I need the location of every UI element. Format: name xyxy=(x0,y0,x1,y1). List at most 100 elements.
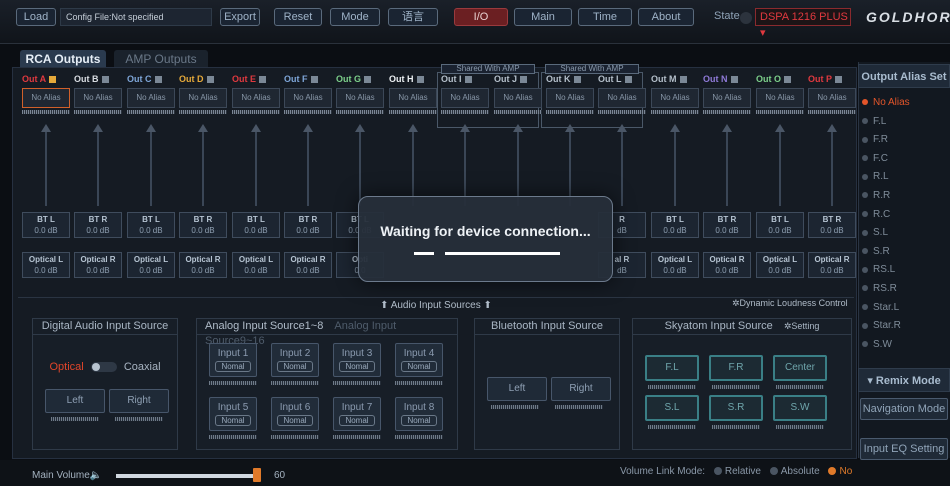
alias-option[interactable]: No Alias xyxy=(862,97,910,108)
output-alias-button[interactable]: No Alias xyxy=(808,88,856,108)
bt-source-box[interactable]: BT R 0.0 dB xyxy=(703,212,751,238)
output-alias-button[interactable]: No Alias xyxy=(756,88,804,108)
bt-source-box[interactable]: BT L 0.0 dB xyxy=(651,212,699,238)
navigation-mode-button[interactable]: Navigation Mode xyxy=(860,398,948,420)
alias-option[interactable]: RS.R xyxy=(862,283,897,294)
input-mode-badge[interactable]: Nomal xyxy=(215,415,251,426)
alias-option[interactable]: R.L xyxy=(862,171,889,182)
bluetooth-right-button[interactable]: Right xyxy=(551,377,611,401)
skyatom-channel-button[interactable]: Center xyxy=(773,355,827,381)
bt-source-box[interactable]: BT L 0.0 dB xyxy=(22,212,70,238)
output-alias-button[interactable]: No Alias xyxy=(284,88,332,108)
input-mode-badge[interactable]: Nomal xyxy=(401,415,437,426)
mute-toggle[interactable] xyxy=(310,76,318,84)
output-alias-button[interactable]: No Alias xyxy=(336,88,384,108)
bt-source-box[interactable]: BT R 0.0 dB xyxy=(74,212,122,238)
mute-toggle[interactable] xyxy=(259,76,266,84)
optical-source-box[interactable]: Optical L 0.0 dB xyxy=(127,252,175,278)
reset-button[interactable]: Reset xyxy=(274,8,322,26)
output-alias-button[interactable]: No Alias xyxy=(441,88,489,108)
bt-source-box[interactable]: BT L 0.0 dB xyxy=(127,212,175,238)
optical-source-box[interactable]: Optical R 0.0 dB xyxy=(808,252,856,278)
mute-toggle[interactable] xyxy=(154,76,162,84)
alias-option[interactable]: F.C xyxy=(862,153,888,164)
skyatom-channel-button[interactable]: F.R xyxy=(709,355,763,381)
tab-time[interactable]: Time xyxy=(578,8,632,26)
alias-option[interactable]: S.L xyxy=(862,227,888,238)
skyatom-channel-button[interactable]: S.W xyxy=(773,395,827,421)
bt-source-box[interactable]: BT R 0.0 dB xyxy=(179,212,227,238)
input-mode-badge[interactable]: Nomal xyxy=(339,415,375,426)
language-button[interactable]: 语言 xyxy=(388,8,438,26)
alias-option[interactable]: F.R xyxy=(862,134,888,145)
tab-amp-outputs[interactable]: AMP Outputs xyxy=(114,50,208,68)
load-button[interactable]: Load xyxy=(16,8,56,26)
export-button[interactable]: Export xyxy=(220,8,260,26)
optical-source-box[interactable]: Optical R 0.0 dB xyxy=(284,252,332,278)
tab-io[interactable]: I/O xyxy=(454,8,508,26)
alias-option[interactable]: R.R xyxy=(862,190,890,201)
output-alias-button[interactable]: No Alias xyxy=(22,88,70,108)
analog-input-button[interactable]: Input 3 Nomal xyxy=(333,343,381,377)
mute-toggle[interactable] xyxy=(206,76,214,84)
output-alias-button[interactable]: No Alias xyxy=(651,88,699,108)
mute-toggle[interactable] xyxy=(101,76,109,84)
mute-toggle[interactable] xyxy=(835,76,842,84)
alias-option[interactable]: Star.L xyxy=(862,302,899,313)
mute-toggle[interactable] xyxy=(416,76,424,84)
optical-source-box[interactable]: Optical R 0.0 dB xyxy=(179,252,227,278)
output-alias-button[interactable]: No Alias xyxy=(127,88,175,108)
input-mode-badge[interactable]: Nomal xyxy=(277,361,313,372)
mute-toggle[interactable] xyxy=(364,76,371,84)
absolute-radio[interactable] xyxy=(769,467,778,476)
output-alias-button[interactable]: No Alias xyxy=(546,88,594,108)
bluetooth-left-button[interactable]: Left xyxy=(487,377,547,401)
volume-slider-handle[interactable] xyxy=(253,468,261,482)
tab-rca-outputs[interactable]: RCA Outputs xyxy=(20,50,106,68)
no-radio[interactable] xyxy=(828,467,837,476)
mute-toggle[interactable] xyxy=(624,76,632,84)
analog-input-tab-1[interactable]: Analog Input Source1~8 xyxy=(205,320,323,332)
mute-toggle[interactable] xyxy=(520,76,528,84)
relative-radio[interactable] xyxy=(713,467,722,476)
analog-input-button[interactable]: Input 2 Nomal xyxy=(271,343,319,377)
alias-option[interactable]: Star.R xyxy=(862,320,901,331)
output-alias-button[interactable]: No Alias xyxy=(494,88,542,108)
alias-option[interactable]: S.W xyxy=(862,339,892,350)
analog-input-button[interactable]: Input 5 Nomal xyxy=(209,397,257,431)
bt-source-box[interactable]: BT R 0.0 dB xyxy=(284,212,332,238)
optical-source-box[interactable]: Optical L 0.0 dB xyxy=(756,252,804,278)
skyatom-setting-button[interactable]: ✲Setting xyxy=(784,321,820,331)
input-mode-badge[interactable]: Nomal xyxy=(339,361,375,372)
output-alias-button[interactable]: No Alias xyxy=(703,88,751,108)
digital-right-button[interactable]: Right xyxy=(109,389,169,413)
remix-mode-header[interactable]: ▾ Remix Mode xyxy=(858,368,950,392)
output-alias-button[interactable]: No Alias xyxy=(389,88,437,108)
alias-option[interactable]: RS.L xyxy=(862,264,895,275)
analog-input-button[interactable]: Input 4 Nomal xyxy=(395,343,443,377)
input-mode-badge[interactable]: Nomal xyxy=(401,361,437,372)
mute-toggle[interactable] xyxy=(679,76,687,84)
skyatom-channel-button[interactable]: S.L xyxy=(645,395,699,421)
output-alias-button[interactable]: No Alias xyxy=(74,88,122,108)
model-select[interactable]: DSPA 1216 PLUS ▾ xyxy=(755,8,851,39)
skyatom-channel-button[interactable]: S.R xyxy=(709,395,763,421)
input-mode-badge[interactable]: Nomal xyxy=(215,361,251,372)
alias-option[interactable]: S.R xyxy=(862,246,890,257)
analog-input-button[interactable]: Input 1 Nomal xyxy=(209,343,257,377)
mute-toggle[interactable] xyxy=(730,76,738,84)
output-alias-button[interactable]: No Alias xyxy=(598,88,646,108)
optical-source-box[interactable]: Optical L 0.0 dB xyxy=(232,252,280,278)
optical-source-box[interactable]: Optical R 0.0 dB xyxy=(74,252,122,278)
input-eq-setting-button[interactable]: Input EQ Setting xyxy=(860,438,948,460)
mute-toggle[interactable] xyxy=(49,76,57,84)
mode-button[interactable]: Mode xyxy=(330,8,380,26)
alias-option[interactable]: F.L xyxy=(862,116,886,127)
mute-toggle[interactable] xyxy=(464,76,472,84)
input-mode-badge[interactable]: Nomal xyxy=(277,415,313,426)
output-alias-button[interactable]: No Alias xyxy=(179,88,227,108)
analog-input-button[interactable]: Input 7 Nomal xyxy=(333,397,381,431)
mute-toggle[interactable] xyxy=(573,76,581,84)
alias-option[interactable]: R.C xyxy=(862,209,890,220)
analog-input-button[interactable]: Input 6 Nomal xyxy=(271,397,319,431)
